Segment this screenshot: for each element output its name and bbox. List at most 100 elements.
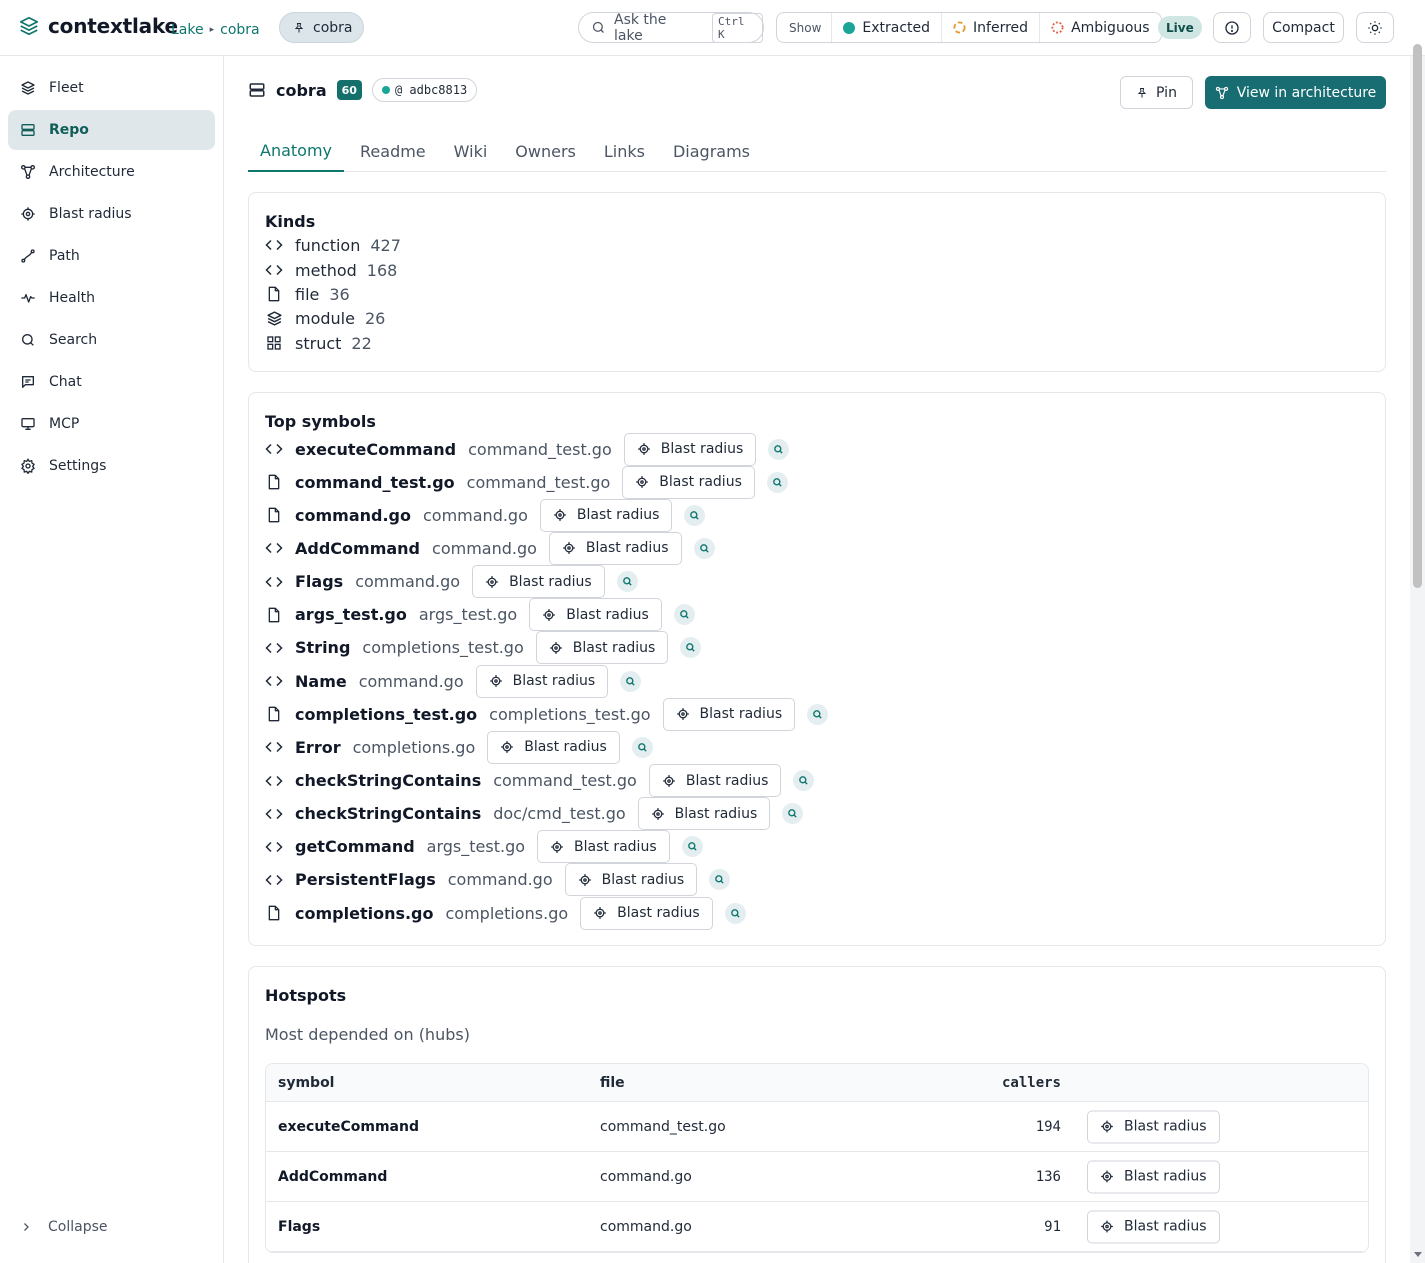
blast-radius-button[interactable]: Blast radius (472, 565, 605, 599)
search-symbol-button[interactable] (724, 902, 746, 924)
crosshair-icon (489, 674, 503, 688)
symbol-name[interactable]: checkStringContains (295, 804, 481, 823)
blast-radius-button[interactable]: Blast radius (1087, 1160, 1220, 1193)
symbol-name[interactable]: Error (295, 738, 341, 757)
tab-anatomy[interactable]: Anatomy (248, 130, 345, 172)
tab-links[interactable]: Links (592, 130, 657, 172)
search-symbol-button[interactable] (709, 869, 731, 891)
blast-radius-button[interactable]: Blast radius (475, 664, 609, 698)
symbol-name[interactable]: command.go (295, 506, 411, 525)
search-symbol-button[interactable] (681, 836, 703, 858)
sidebar-item-architecture[interactable]: Architecture (8, 152, 215, 192)
scrollbar-thumb[interactable] (1413, 44, 1422, 588)
blast-radius-button[interactable]: Blast radius (548, 531, 682, 565)
filter-ambiguous[interactable]: Ambiguous (1039, 13, 1160, 42)
symbol-name[interactable]: Name (295, 672, 347, 691)
symbol-name[interactable]: completions_test.go (295, 705, 477, 724)
search-symbol-button[interactable] (620, 670, 642, 692)
sidebar-item-mcp[interactable]: MCP (8, 404, 215, 444)
blast-radius-button[interactable]: Blast radius (662, 697, 796, 731)
column-header-file[interactable]: file (600, 1075, 625, 1091)
search-symbol-button[interactable] (684, 504, 706, 526)
cell-symbol[interactable]: Flags (278, 1219, 320, 1235)
code-icon (265, 774, 283, 788)
table-row: Flags command.go 91 Blast radius (266, 1202, 1368, 1252)
collapse-sidebar-button[interactable]: Collapse (20, 1219, 108, 1235)
sidebar-item-label: Health (49, 290, 95, 306)
scrollbar[interactable] (1410, 44, 1425, 1263)
blast-radius-button[interactable]: Blast radius (1087, 1210, 1220, 1243)
sidebar-item-fleet[interactable]: Fleet (8, 68, 215, 108)
blast-radius-button[interactable]: Blast radius (487, 730, 620, 764)
blast-radius-button[interactable]: Blast radius (637, 797, 771, 831)
symbol-name[interactable]: completions.go (295, 904, 434, 923)
blast-radius-button[interactable]: Blast radius (529, 598, 662, 632)
repo-selector-pill[interactable]: cobra (279, 12, 365, 43)
search-symbol-button[interactable] (631, 736, 653, 758)
cell-symbol[interactable]: executeCommand (278, 1119, 419, 1135)
sidebar-item-settings[interactable]: Settings (8, 446, 215, 486)
filter-extracted[interactable]: Extracted (831, 13, 941, 42)
cell-symbol[interactable]: AddCommand (278, 1169, 387, 1185)
tab-readme[interactable]: Readme (348, 130, 438, 172)
commit-pill: @ adbc8813 (371, 78, 478, 102)
breadcrumb-repo[interactable]: cobra (220, 22, 259, 38)
search-symbol-button[interactable] (766, 471, 788, 493)
sidebar-item-health[interactable]: Health (8, 278, 215, 318)
symbol-name[interactable]: Flags (295, 572, 343, 591)
tab-owners[interactable]: Owners (503, 130, 588, 172)
sidebar-item-blast-radius[interactable]: Blast radius (8, 194, 215, 234)
search-icon (637, 742, 648, 753)
blast-radius-button[interactable]: Blast radius (535, 631, 669, 665)
blast-radius-button[interactable]: Blast radius (580, 896, 713, 930)
tab-wiki[interactable]: Wiki (442, 130, 500, 172)
symbol-name[interactable]: AddCommand (295, 539, 420, 558)
blast-radius-button[interactable]: Blast radius (564, 863, 698, 897)
scroll-down-arrow-icon[interactable] (1414, 1252, 1422, 1257)
search-symbol-button[interactable] (680, 637, 702, 659)
symbol-name[interactable]: PersistentFlags (295, 870, 436, 889)
brand[interactable]: contextlake (18, 14, 178, 38)
breadcrumb: Lake ▸ cobra (171, 22, 260, 38)
search-icon (625, 676, 636, 687)
ask-the-lake-search[interactable]: Ask the lake Ctrl K (578, 12, 764, 44)
theme-toggle-button[interactable] (1356, 12, 1394, 43)
sidebar-item-search[interactable]: Search (8, 320, 215, 360)
show-label: Show (789, 20, 822, 35)
blast-radius-button[interactable]: Blast radius (537, 830, 670, 864)
search-symbol-button[interactable] (768, 438, 790, 460)
breadcrumb-lake[interactable]: Lake (171, 22, 204, 38)
search-symbol-button[interactable] (782, 803, 804, 825)
crosshair-icon (485, 575, 499, 589)
blast-radius-button[interactable]: Blast radius (539, 498, 673, 532)
symbol-name[interactable]: String (295, 638, 350, 657)
search-symbol-button[interactable] (616, 571, 638, 593)
column-header-symbol[interactable]: symbol (278, 1075, 335, 1091)
column-header-callers[interactable]: callers (1002, 1075, 1061, 1091)
search-symbol-button[interactable] (793, 770, 815, 791)
symbol-name[interactable]: args_test.go (295, 605, 407, 624)
symbol-name[interactable]: checkStringContains (295, 771, 481, 790)
info-button[interactable] (1213, 12, 1251, 43)
symbol-name[interactable]: command_test.go (295, 473, 455, 492)
symbol-name[interactable]: executeCommand (295, 440, 456, 459)
sidebar-item-path[interactable]: Path (8, 236, 215, 276)
symbol-name[interactable]: getCommand (295, 837, 415, 856)
blast-radius-button[interactable]: Blast radius (623, 432, 757, 466)
symbol-file: command.go (447, 870, 553, 890)
tab-diagrams[interactable]: Diagrams (661, 130, 762, 172)
symbol-row: Name command.go Blast radius (265, 664, 642, 698)
blast-radius-button[interactable]: Blast radius (622, 465, 755, 499)
sidebar-item-repo[interactable]: Repo (8, 110, 215, 150)
sidebar-item-chat[interactable]: Chat (8, 362, 215, 402)
blast-radius-button[interactable]: Blast radius (648, 764, 782, 797)
search-symbol-button[interactable] (673, 604, 695, 626)
filter-inferred[interactable]: Inferred (941, 13, 1039, 42)
compact-button[interactable]: Compact (1263, 12, 1344, 43)
search-symbol-button[interactable] (693, 537, 715, 559)
view-in-architecture-button[interactable]: View in architecture (1205, 76, 1386, 109)
blast-radius-button[interactable]: Blast radius (1087, 1110, 1220, 1143)
search-symbol-button[interactable] (807, 703, 829, 725)
kinds-card: Kinds function 427 method 168 file 36 modul… (248, 192, 1386, 372)
pin-button[interactable]: Pin (1120, 76, 1193, 109)
